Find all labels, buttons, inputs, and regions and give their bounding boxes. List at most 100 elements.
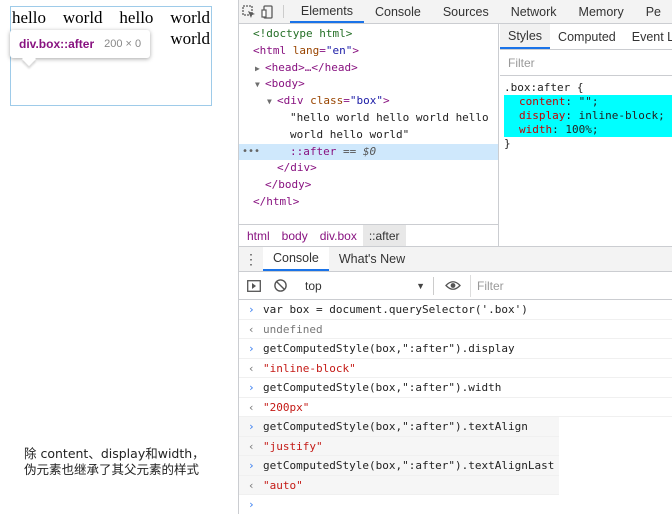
tab-memory[interactable]: Memory (568, 0, 635, 23)
collapse-arrow-icon[interactable]: ▼ (267, 94, 277, 111)
console-input-line[interactable]: › getComputedStyle(box,":after").width (239, 378, 672, 398)
input-prompt-icon: › (248, 498, 255, 511)
box-word: hello (12, 8, 46, 27)
input-prompt-icon: › (248, 381, 255, 394)
console-input-line[interactable]: › getComputedStyle(box,":after").textAlig… (239, 456, 559, 476)
breadcrumb-div-box[interactable]: div.box (314, 225, 363, 246)
div-close-tag: </div> (277, 161, 317, 175)
console-prompt[interactable]: › (239, 495, 672, 514)
console-result-line[interactable]: ‹ "200px" (239, 398, 672, 417)
dom-text-node[interactable]: "hello world hello world hello (239, 110, 498, 127)
console-text: getComputedStyle(box,":after").display (263, 342, 515, 355)
dom-html-close[interactable]: </html> (239, 194, 498, 211)
context-selector[interactable]: top ▼ (299, 276, 429, 296)
input-prompt-icon: › (248, 303, 255, 316)
console-text: getComputedStyle(box,":after").textAlign… (263, 459, 555, 472)
dom-body-close[interactable]: </body> (239, 177, 498, 194)
console-filter-input[interactable]: Filter (470, 274, 672, 297)
inspect-element-icon[interactable] (239, 0, 258, 23)
tab-network[interactable]: Network (500, 0, 568, 23)
dom-head[interactable]: ▶ <head>…</head> (239, 60, 498, 77)
dom-div-close[interactable]: </div> (239, 160, 498, 177)
dropdown-arrow-icon: ▼ (416, 280, 425, 291)
live-expression-eye-icon[interactable] (442, 275, 464, 297)
input-prompt-icon: › (248, 342, 255, 355)
html-close-tag: </html> (253, 194, 300, 208)
div-attr-value: "box" (349, 94, 383, 108)
box-word: hello (119, 8, 154, 27)
result-arrow-icon: ‹ (248, 400, 255, 414)
inspect-tooltip: div.box::after 200 × 0 (10, 30, 151, 58)
box-line-1: hello world hello world (12, 7, 210, 28)
rule-selector: .box:after { (504, 81, 584, 94)
div-attr: class (310, 94, 344, 108)
console-result-line[interactable]: ‹ undefined (239, 320, 672, 339)
clear-console-icon[interactable] (269, 275, 291, 297)
console-input-line[interactable]: › var box = document.querySelector('.box'… (239, 300, 672, 320)
breadcrumb-html[interactable]: html (241, 225, 276, 246)
text-node-line-1: "hello world hello world hello (290, 110, 489, 124)
console-text: "200px" (263, 400, 310, 414)
div-tag: <div (277, 94, 311, 108)
body-close-tag: </body> (265, 178, 312, 192)
prop-name: width (519, 123, 553, 136)
tab-event-listeners[interactable]: Event L (624, 24, 672, 49)
collapse-arrow-icon[interactable]: ▼ (255, 77, 265, 94)
tab-elements[interactable]: Elements (289, 0, 364, 23)
dom-text-node-cont[interactable]: world hello world" (239, 127, 498, 144)
console-text: var box = document.querySelector('.box') (263, 303, 528, 316)
dom-div-open[interactable]: ▼ <div class="box"> (239, 93, 498, 110)
sidebar-toggle-icon[interactable] (243, 275, 265, 297)
console-text: undefined (263, 322, 323, 336)
devtools-panel: Elements Console Sources Network Memory … (238, 0, 672, 514)
css-property[interactable]: display: inline-block; (504, 109, 672, 123)
drawer-tab-whats-new[interactable]: What's New (329, 247, 415, 271)
device-toolbar-icon[interactable] (258, 0, 277, 23)
console-text: "auto" (263, 478, 303, 492)
dom-after-pseudo[interactable]: •••::after == $0 (239, 143, 498, 161)
drawer-tab-console[interactable]: Console (263, 247, 329, 271)
tab-styles[interactable]: Styles (500, 24, 551, 49)
styles-filter-input[interactable]: Filter (500, 50, 672, 76)
breadcrumb: html body div.box ::after (239, 224, 499, 246)
prop-value: ""; (571, 95, 599, 108)
dom-html-open[interactable]: <html lang="en"> (239, 43, 498, 60)
console-input-line[interactable]: › getComputedStyle(box,":after").display (239, 339, 672, 359)
prop-value: 100%; (558, 123, 599, 136)
console-input-line[interactable]: › getComputedStyle(box,":after").textAlig… (239, 417, 559, 437)
note-line-1: 除 content、display和width， (24, 446, 205, 461)
result-arrow-icon: ‹ (248, 439, 255, 453)
console-result-line[interactable]: ‹ "justify" (239, 436, 559, 456)
tab-computed[interactable]: Computed (550, 24, 624, 49)
elements-panel: <!doctype html> <html lang="en"> ▶ <head>… (239, 24, 672, 246)
selected-marker: == $0 (336, 144, 377, 158)
devtools-tabbar: Elements Console Sources Network Memory … (239, 0, 672, 24)
tab-sources[interactable]: Sources (432, 0, 500, 23)
box-word: world (62, 8, 103, 27)
context-value: top (305, 278, 322, 293)
input-prompt-icon: › (248, 459, 255, 472)
breadcrumb-body[interactable]: body (276, 225, 314, 246)
text-node-line-2: world hello world" (290, 127, 410, 141)
css-property[interactable]: width: 100%; (504, 123, 672, 137)
breadcrumb-after[interactable]: ::after (362, 225, 406, 246)
note-line-2: 伪元素也继承了其父元素的样式 (24, 462, 200, 477)
console-result-line[interactable]: ‹ "inline-block" (239, 359, 672, 378)
annotation-note: 除 content、display和width， 伪元素也继承了其父元素的样式 (24, 446, 205, 478)
tab-performance[interactable]: Pe (635, 0, 672, 23)
dom-doctype[interactable]: <!doctype html> (239, 26, 498, 43)
tooltip-selector: div.box::after (19, 37, 95, 51)
result-arrow-icon: ‹ (248, 322, 255, 336)
more-dots-icon[interactable]: ••• (242, 144, 260, 161)
console-toolbar: top ▼ Filter (239, 272, 672, 300)
page-preview: hello world hello world world div.box::a… (0, 0, 238, 514)
console-result-line[interactable]: ‹ "auto" (239, 475, 559, 495)
html-attr-value: "en" (325, 43, 353, 57)
expand-arrow-icon[interactable]: ▶ (255, 61, 265, 78)
tab-console[interactable]: Console (364, 0, 432, 23)
kebab-menu-icon[interactable]: ⋮ (239, 247, 263, 271)
console-text: getComputedStyle(box,":after").width (263, 381, 502, 394)
prop-name: display (519, 109, 566, 122)
css-property[interactable]: content: ""; (504, 95, 672, 109)
dom-body-open[interactable]: ▼ <body> (239, 76, 498, 93)
